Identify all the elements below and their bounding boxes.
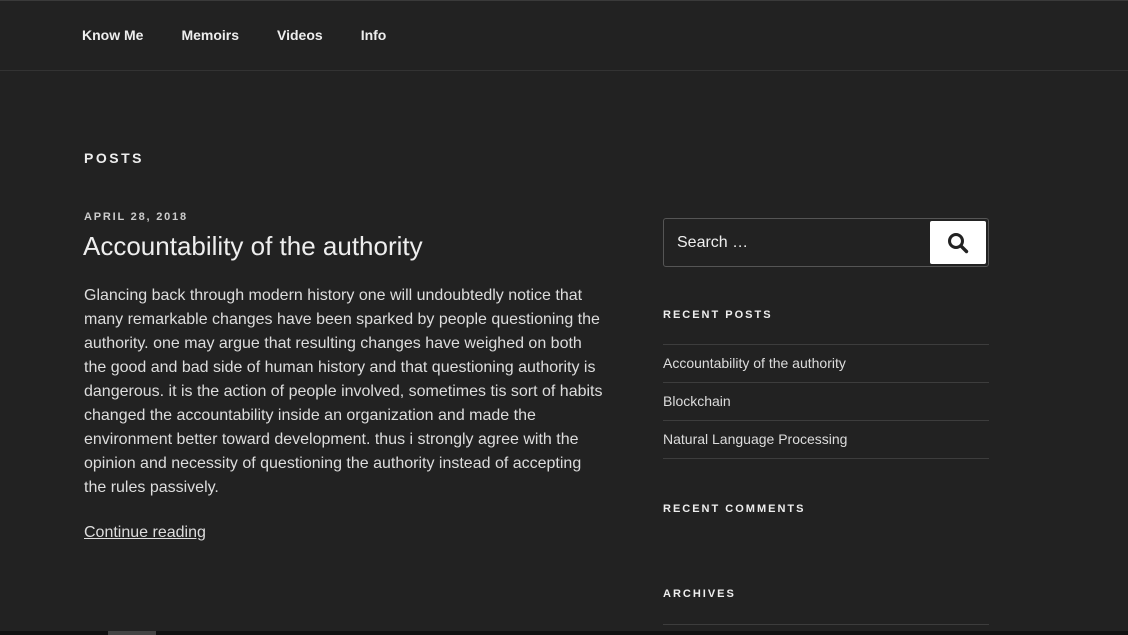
search-form bbox=[663, 218, 989, 267]
nav-item-videos[interactable]: Videos bbox=[277, 27, 323, 43]
main-menu: Know Me Memoirs Videos Info bbox=[82, 27, 424, 43]
recent-post-item[interactable]: Natural Language Processing bbox=[663, 421, 989, 459]
recent-comments-title: RECENT COMMENTS bbox=[663, 503, 806, 515]
recent-post-item[interactable]: Blockchain bbox=[663, 383, 989, 421]
recent-comments-widget: RECENT COMMENTS bbox=[663, 503, 989, 515]
search-icon bbox=[948, 232, 969, 253]
nav-item-memoirs[interactable]: Memoirs bbox=[181, 27, 239, 43]
sidebar: RECENT POSTS Accountability of the autho… bbox=[663, 218, 989, 625]
recent-posts-list: Accountability of the authority Blockcha… bbox=[663, 344, 989, 459]
scrollbar-thumb[interactable] bbox=[108, 631, 156, 635]
archives-widget: ARCHIVES bbox=[663, 588, 989, 625]
recent-posts-title: RECENT POSTS bbox=[663, 309, 773, 321]
top-navigation-bar: Know Me Memoirs Videos Info bbox=[0, 0, 1128, 71]
horizontal-scrollbar[interactable] bbox=[0, 631, 1128, 635]
post-entry: APRIL 28, 2018 Accountability of the aut… bbox=[83, 211, 609, 542]
divider bbox=[663, 624, 989, 625]
archives-title: ARCHIVES bbox=[663, 588, 736, 600]
continue-reading-link[interactable]: Continue reading bbox=[84, 524, 206, 542]
nav-item-know-me[interactable]: Know Me bbox=[82, 27, 143, 43]
recent-post-item[interactable]: Accountability of the authority bbox=[663, 345, 989, 383]
page-title: POSTS bbox=[84, 150, 144, 166]
search-input[interactable] bbox=[665, 220, 927, 265]
nav-item-info[interactable]: Info bbox=[361, 27, 387, 43]
post-excerpt: Glancing back through modern history one… bbox=[84, 287, 603, 496]
post-date[interactable]: APRIL 28, 2018 bbox=[84, 211, 609, 223]
post-title[interactable]: Accountability of the authority bbox=[83, 229, 609, 263]
search-button[interactable] bbox=[930, 221, 986, 264]
recent-posts-widget: RECENT POSTS Accountability of the autho… bbox=[663, 309, 989, 459]
